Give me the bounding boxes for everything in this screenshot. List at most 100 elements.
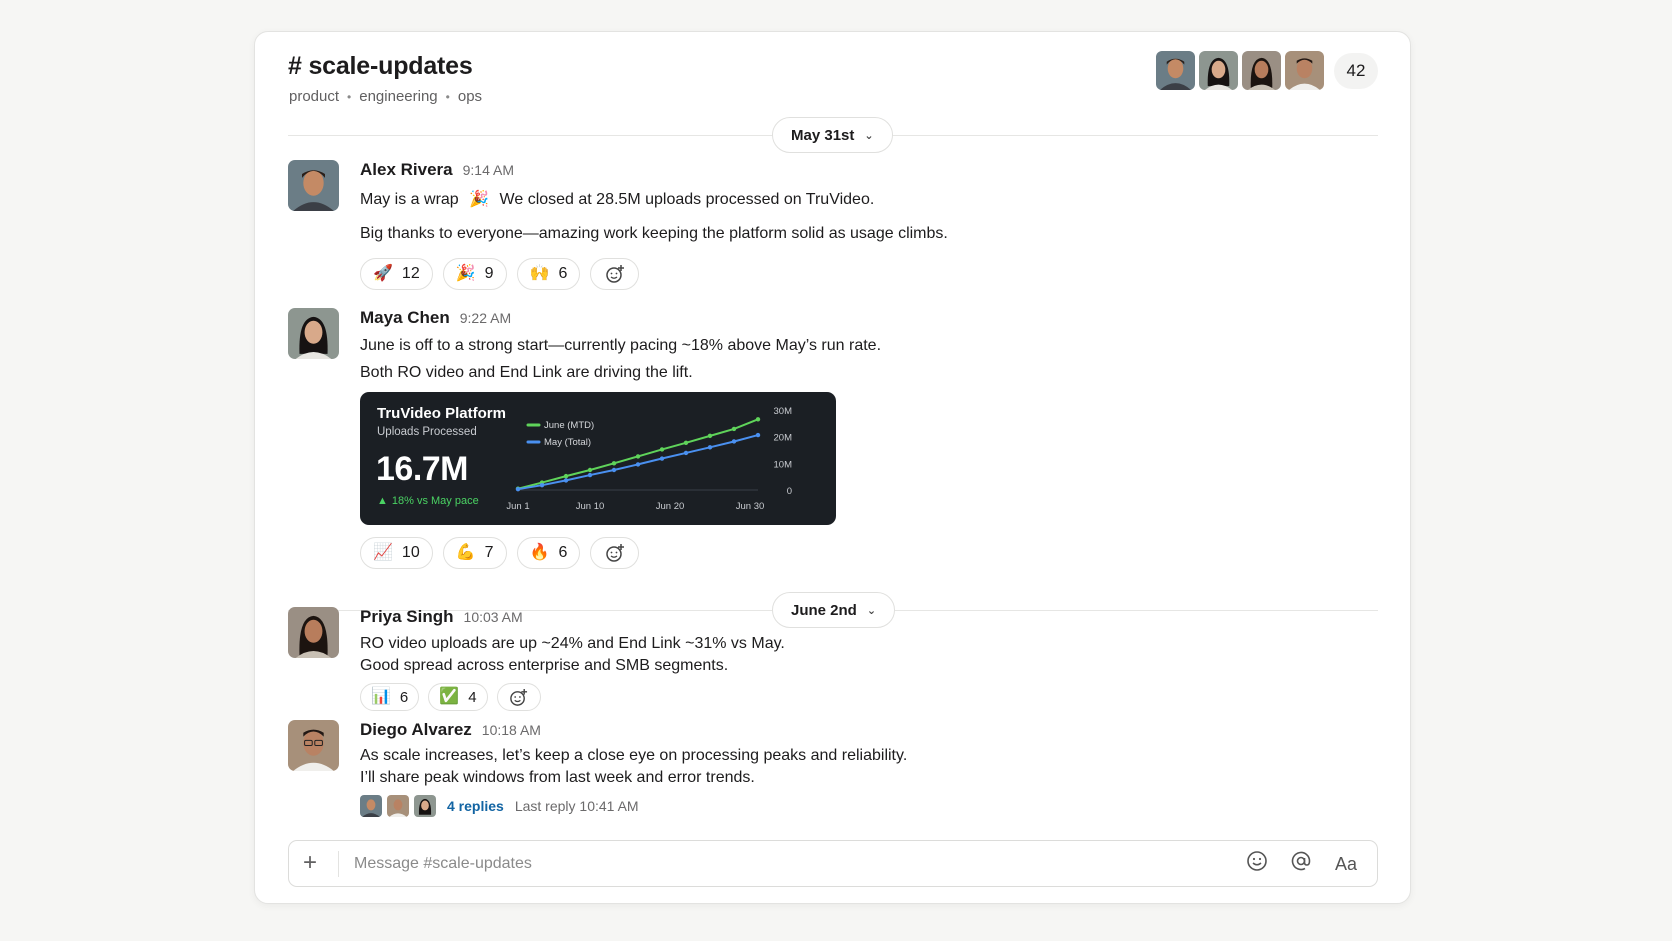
add-reaction-button[interactable] xyxy=(590,537,640,569)
channel-title[interactable]: # scale-updates xyxy=(288,52,473,81)
chart-increasing-icon: 📈 xyxy=(373,544,393,561)
message-text: As scale increases, let’s keep a close e… xyxy=(360,747,908,764)
y-tick-label: 10M xyxy=(774,459,793,470)
message-text: Big thanks to everyone—amazing work keep… xyxy=(360,225,948,242)
author-name[interactable]: Maya Chen xyxy=(360,308,450,328)
thread-last-reply: Last reply 10:41 AM xyxy=(514,798,639,814)
avatar[interactable] xyxy=(288,308,339,359)
data-point xyxy=(539,483,545,488)
plus-icon[interactable]: + xyxy=(303,851,317,875)
timestamp[interactable]: 9:22 AM xyxy=(460,310,511,326)
reaction-count: 6 xyxy=(558,265,568,282)
reaction-count: 12 xyxy=(401,265,420,282)
emoji-icon[interactable] xyxy=(1245,850,1269,878)
data-point xyxy=(683,450,689,456)
data-point xyxy=(587,472,593,478)
data-point xyxy=(707,445,713,450)
avatar xyxy=(360,795,382,817)
x-tick-label: Jun 30 xyxy=(736,501,765,512)
reaction-party[interactable]: 🎉 9 xyxy=(442,258,507,290)
message-input[interactable]: Message #scale-updates xyxy=(354,855,532,873)
message: Priya Singh 10:03 AM RO video uploads ar… xyxy=(288,607,1378,711)
chart-card[interactable]: TruVideo Platform Uploads Processed 16.7… xyxy=(360,392,836,525)
line-chart: 30M 20M 10M 0 Jun 1 Jun 10 Jun 20 Jun 30 June (M… xyxy=(506,406,793,512)
channel-tag[interactable]: engineering xyxy=(359,88,437,105)
data-point xyxy=(563,473,569,479)
reaction-count: 10 xyxy=(401,544,420,561)
rocket-icon: 🚀 xyxy=(373,265,393,282)
reaction-check[interactable]: ✅ 4 xyxy=(428,683,488,711)
data-point xyxy=(611,467,617,473)
channel-tags: product • engineering • ops xyxy=(289,88,482,105)
channel-tag[interactable]: ops xyxy=(458,88,482,105)
author-name[interactable]: Diego Alvarez xyxy=(360,720,472,740)
reaction-rocket[interactable]: 🚀 12 xyxy=(360,258,433,290)
thread-replies-link[interactable]: 4 replies xyxy=(447,798,504,814)
raised-hands-icon: 🙌 xyxy=(529,265,550,282)
x-tick-label: Jun 10 xyxy=(576,501,605,512)
reactions-bar: 🚀 12 🎉 9 🙌 6 xyxy=(360,258,1378,290)
reaction-count: 7 xyxy=(484,544,494,561)
avatar xyxy=(1199,51,1238,90)
data-point xyxy=(683,440,689,445)
x-tick-label: Jun 1 xyxy=(506,501,529,512)
avatar xyxy=(1242,51,1281,90)
author-name[interactable]: Priya Singh xyxy=(360,607,454,627)
timestamp[interactable]: 10:03 AM xyxy=(464,609,523,625)
avatar[interactable] xyxy=(288,720,339,771)
add-reaction-button[interactable] xyxy=(496,683,541,711)
add-reaction-icon xyxy=(606,544,624,562)
timestamp[interactable]: 10:18 AM xyxy=(482,722,541,738)
mention-icon[interactable] xyxy=(1289,850,1313,878)
data-point xyxy=(611,461,617,466)
avatar[interactable] xyxy=(288,160,339,211)
channel-tag[interactable]: product xyxy=(289,88,339,105)
y-tick-label: 20M xyxy=(774,433,793,444)
fire-icon: 🔥 xyxy=(529,544,550,561)
add-reaction-button[interactable] xyxy=(590,258,640,290)
data-point xyxy=(635,454,641,459)
author-name[interactable]: Alex Rivera xyxy=(360,160,453,180)
formatting-button[interactable]: Aa xyxy=(1333,854,1359,875)
data-point xyxy=(755,417,761,422)
divider xyxy=(338,851,339,877)
date-divider: May 31st ⌄ xyxy=(288,117,1378,153)
legend-label: May (Total) xyxy=(544,437,591,448)
data-point xyxy=(563,478,569,483)
avatar xyxy=(1285,51,1324,90)
channel-panel: # scale-updates product • engineering • … xyxy=(254,31,1411,904)
party-popper-icon: 🎉 xyxy=(469,191,490,208)
reaction-count: 4 xyxy=(468,688,477,706)
add-reaction-icon xyxy=(510,688,528,706)
y-tick-label: 0 xyxy=(787,486,792,497)
reactions-bar: 📊 6 ✅ 4 xyxy=(360,683,1378,711)
check-mark-icon: ✅ xyxy=(439,688,460,705)
thread-summary[interactable]: 4 replies Last reply 10:41 AM xyxy=(360,795,1378,817)
legend-label: June (MTD) xyxy=(544,420,594,431)
separator-dot: • xyxy=(347,89,352,104)
party-popper-icon: 🎉 xyxy=(455,265,476,282)
timestamp[interactable]: 9:14 AM xyxy=(463,162,514,178)
message-text: RO video uploads are up ~24% and End Lin… xyxy=(360,635,785,652)
reaction-fire[interactable]: 🔥 6 xyxy=(516,537,581,569)
message: Diego Alvarez 10:18 AM As scale increase… xyxy=(288,720,1378,830)
message: Maya Chen 9:22 AM June is off to a stron… xyxy=(288,308,1378,569)
reaction-bar-chart[interactable]: 📊 6 xyxy=(360,683,420,711)
member-count[interactable]: 42 xyxy=(1334,52,1378,89)
member-avatars[interactable]: 42 xyxy=(1156,51,1378,90)
message: Alex Rivera 9:14 AM May is a wrap 🎉 We c… xyxy=(288,160,1378,290)
data-point xyxy=(587,467,593,473)
reaction-chart[interactable]: 📈 10 xyxy=(360,537,433,569)
avatar[interactable] xyxy=(288,607,339,658)
reaction-raised-hands[interactable]: 🙌 6 xyxy=(516,258,581,290)
reaction-muscle[interactable]: 💪 7 xyxy=(442,537,507,569)
flexed-biceps-icon: 💪 xyxy=(455,544,476,561)
chevron-down-icon: ⌄ xyxy=(864,129,874,142)
data-point xyxy=(515,487,521,492)
date-pill[interactable]: May 31st ⌄ xyxy=(772,117,893,153)
reaction-count: 6 xyxy=(399,688,409,706)
data-point xyxy=(755,432,761,438)
data-point xyxy=(707,433,713,439)
message-composer[interactable]: + Message #scale-updates Aa xyxy=(288,840,1378,887)
y-tick-label: 30M xyxy=(774,406,793,417)
